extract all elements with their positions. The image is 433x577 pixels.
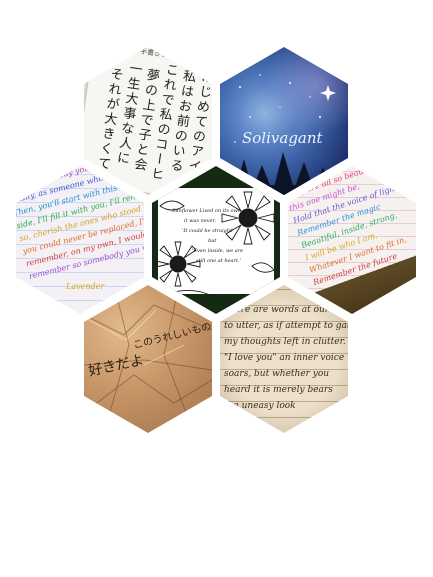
quote-line: but	[208, 238, 217, 244]
quote-line: 'Even inside, we are	[192, 248, 244, 254]
cursive-line: "I love you" an inner voice	[224, 353, 345, 363]
quote-line: it was never,	[184, 218, 217, 224]
cursive-footer: Lavender	[66, 282, 105, 291]
quote-line: 'It could be straight'	[182, 228, 234, 234]
cursive-line: soars, but whether you	[224, 369, 330, 379]
cursive-line: heard it is merely bears	[224, 385, 333, 395]
cursive-line: my thoughts left in clutter.	[224, 337, 346, 347]
cursive-line: to utter, as if attempt to gather	[224, 321, 348, 331]
quote-line: still one at heart.'	[196, 258, 241, 264]
quote-line: Sunflower Lived on its own,	[172, 208, 243, 214]
